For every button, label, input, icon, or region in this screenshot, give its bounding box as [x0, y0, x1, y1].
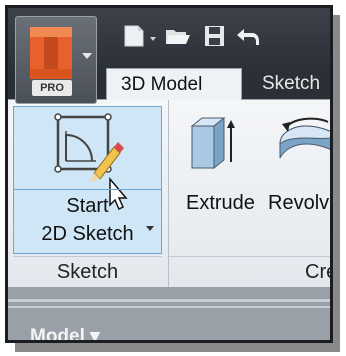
tab-sketch[interactable]: Sketch — [248, 68, 330, 100]
button-split-line — [14, 189, 161, 190]
new-file-dropdown-icon[interactable] — [150, 37, 156, 41]
save-icon[interactable] — [200, 24, 228, 48]
start-sketch-label-line1: Start — [66, 195, 109, 217]
application-window: PRO 3D Model Sketch Start 2D Sketch Sket… — [5, 5, 333, 343]
tab-3d-model[interactable]: 3D Model — [106, 68, 242, 100]
inventor-logo-icon — [30, 27, 72, 79]
start-2d-sketch-button[interactable]: Start 2D Sketch — [13, 106, 162, 254]
sketch-panel-title: Sketch — [13, 256, 162, 289]
new-file-icon[interactable] — [120, 24, 148, 48]
chevron-down-icon[interactable] — [146, 226, 154, 231]
revolve-label[interactable]: Revolv — [268, 192, 329, 215]
divider-line — [8, 299, 330, 302]
revolve-icon[interactable] — [276, 114, 333, 172]
undo-icon[interactable] — [234, 24, 262, 48]
model-browser-header[interactable]: Model ▾ — [30, 325, 100, 340]
application-menu-button[interactable]: PRO — [15, 16, 97, 104]
extrude-label[interactable]: Extrude — [186, 192, 255, 215]
extrude-icon[interactable] — [186, 112, 236, 174]
divider-line — [8, 306, 330, 308]
model-browser: Model ▾ — [8, 287, 330, 340]
start-sketch-label-line2: 2D Sketch — [41, 223, 134, 245]
edition-badge: PRO — [32, 80, 72, 96]
open-folder-icon[interactable] — [164, 24, 192, 48]
chevron-down-icon — [82, 53, 92, 59]
create-panel-title: Creat — [169, 256, 330, 288]
start-2d-sketch-icon — [54, 113, 124, 182]
ribbon-panel: Start 2D Sketch Sketch Extrude Revolv Cr… — [8, 99, 330, 288]
title-bar: PRO — [8, 8, 330, 104]
